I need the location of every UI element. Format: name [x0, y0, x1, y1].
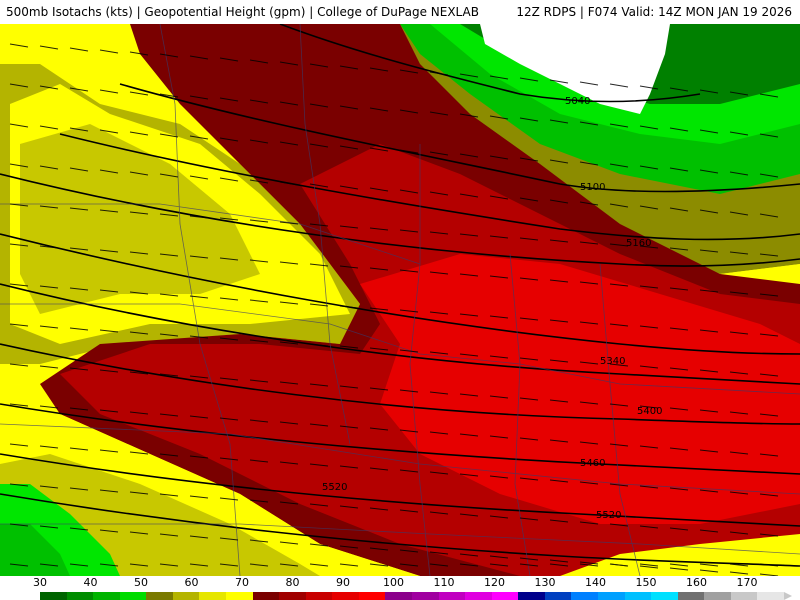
colorbar-swatch [305, 592, 333, 600]
contour-label: 5340 [600, 356, 625, 367]
colorbar-tick-label: 40 [83, 576, 98, 589]
contour-label: 5400 [637, 406, 662, 417]
header-bar: 500mb Isotachs (kts) | Geopotential Heig… [0, 0, 800, 24]
colorbar-swatch [199, 592, 227, 600]
colorbar-swatch [438, 592, 466, 600]
colorbar-tick-label: 150 [635, 576, 657, 589]
colorbar-swatch [279, 592, 307, 600]
colorbar-left-arrow [32, 592, 40, 600]
colorbar-tick-label: 70 [235, 576, 249, 589]
contour-label: 5520 [596, 510, 621, 521]
colorbar-tick-label: 30 [33, 576, 47, 589]
map-title: 500mb Isotachs (kts) | Geopotential Heig… [6, 5, 479, 19]
colorbar-swatch [518, 592, 546, 600]
contour-label: 5460 [580, 458, 605, 469]
contour-label: 5160 [626, 238, 651, 249]
colorbar-swatch [491, 592, 519, 600]
colorbar-swatch [66, 592, 94, 600]
colorbar-tick-label: 120 [484, 576, 505, 589]
colorbar-swatch [412, 592, 440, 600]
isotach-colorbar: 30 40 50 60 70 80 90 100 110 120 130 140 150 160 170 [0, 576, 800, 600]
colorbar-swatch [146, 592, 174, 600]
colorbar-swatch [571, 592, 599, 600]
colorbar-swatch [252, 592, 280, 600]
colorbar-tick-label: 50 [134, 576, 148, 589]
colorbar-swatch [624, 592, 652, 600]
colorbar-swatch [598, 592, 626, 600]
colorbar-tick-label: 100 [383, 576, 404, 589]
colorbar-swatch [385, 592, 413, 600]
model-run-info: 12Z RDPS | F074 Valid: 14Z MON JAN 19 20… [516, 5, 792, 19]
colorbar-tick-label: 60 [184, 576, 199, 589]
colorbar-swatch [93, 592, 121, 600]
colorbar-strip [40, 592, 785, 600]
colorbar-swatch [40, 592, 68, 600]
colorbar-tick-label: 90 [336, 576, 350, 589]
colorbar-swatch [677, 592, 705, 600]
colorbar-tick-label: 160 [686, 576, 707, 589]
weather-map: 5040 5100 5160 5340 5400 5460 5520 5520 [0, 24, 800, 576]
contour-label: 5100 [580, 182, 605, 193]
colorbar-swatch [226, 592, 254, 600]
colorbar-swatch [704, 592, 732, 600]
colorbar-swatch [730, 592, 758, 600]
colorbar-swatch [465, 592, 493, 600]
colorbar-tick-label: 110 [433, 576, 455, 589]
colorbar-right-arrow [784, 592, 792, 600]
colorbar-swatch [544, 592, 572, 600]
colorbar-swatch [651, 592, 679, 600]
colorbar-swatch [172, 592, 200, 600]
contour-label: 5520 [322, 482, 347, 493]
colorbar-tick-label: 130 [534, 576, 556, 589]
colorbar-swatch [332, 592, 360, 600]
colorbar-swatch [358, 592, 386, 600]
colorbar-swatch [119, 592, 147, 600]
colorbar-swatch [757, 592, 785, 600]
contour-label: 5040 [565, 96, 590, 107]
colorbar-tick-label: 140 [585, 576, 606, 589]
colorbar-tick-label: 170 [736, 576, 758, 589]
colorbar-tick-label: 80 [285, 576, 300, 589]
